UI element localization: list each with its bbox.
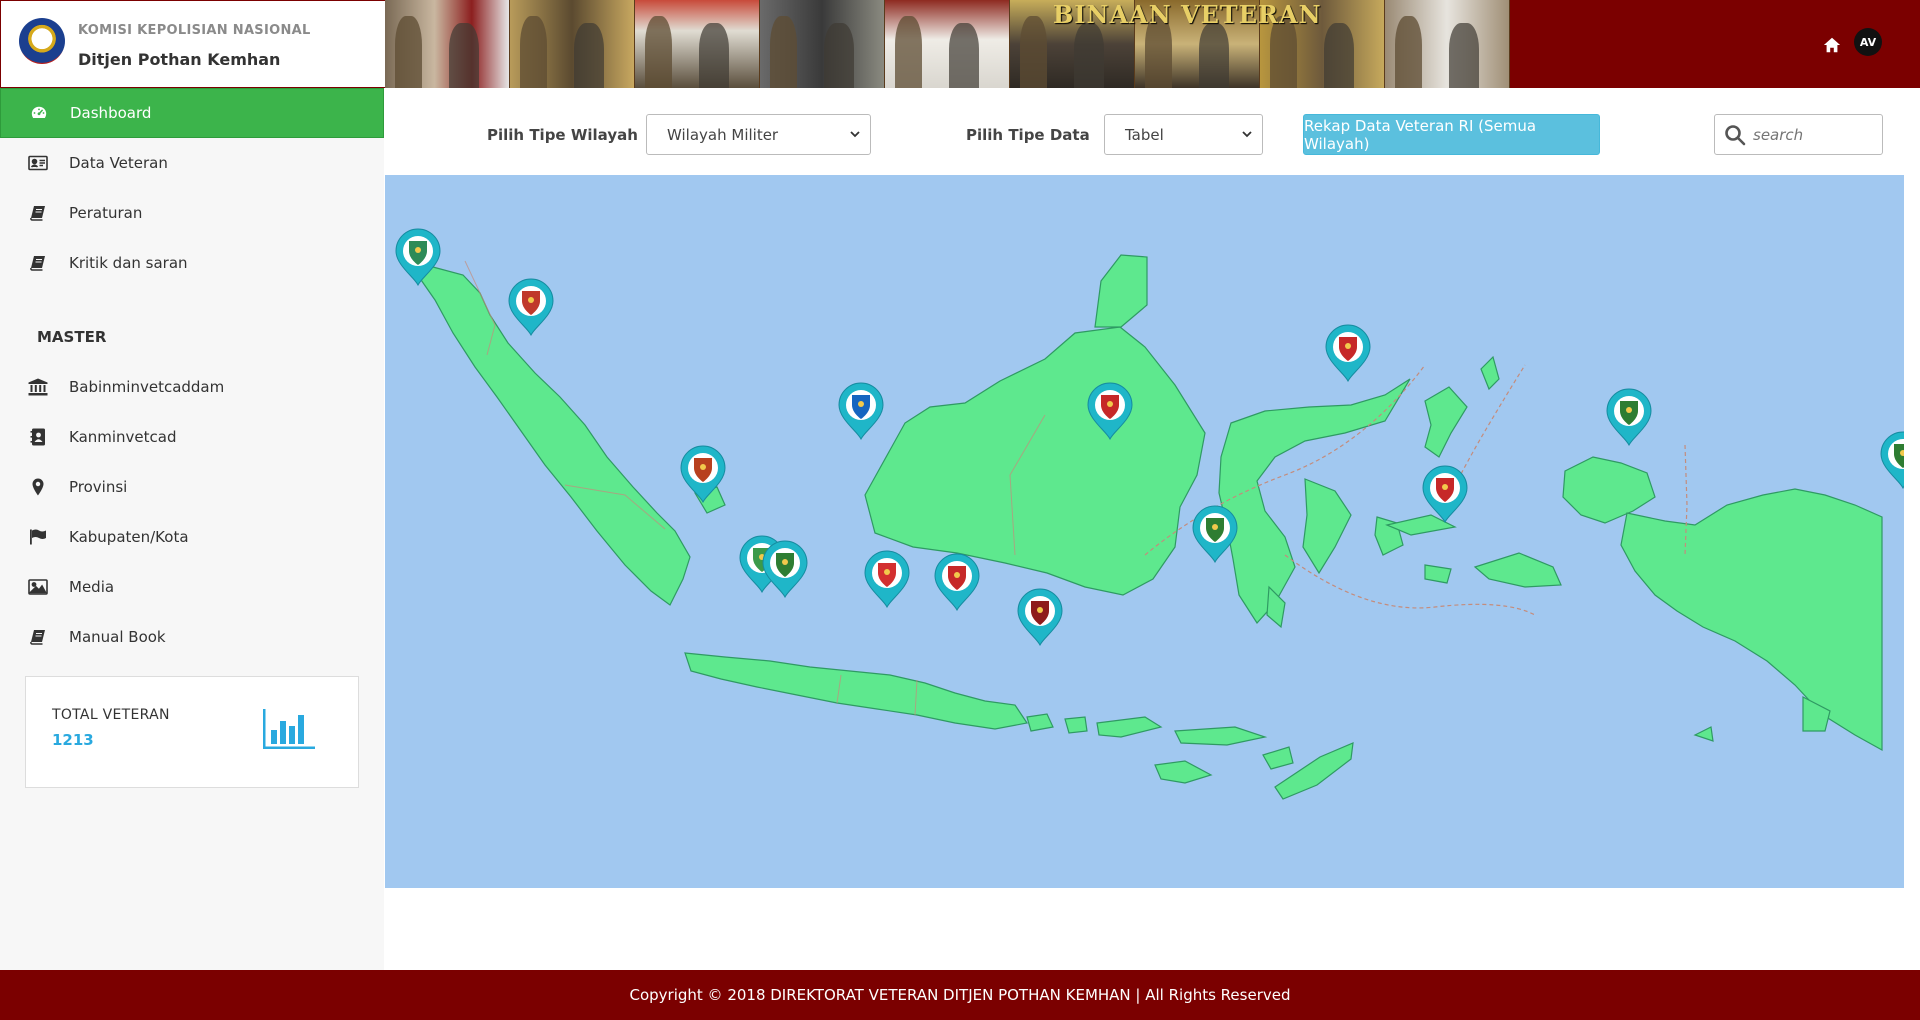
banner-photo — [385, 0, 510, 88]
id-card-icon — [28, 153, 48, 173]
sidebar-item-kanminvetcad[interactable]: Kanminvetcad — [0, 412, 384, 462]
sidebar-item-dashboard[interactable]: Dashboard — [0, 88, 384, 138]
footer: Copyright © 2018 DIREKTORAT VETERAN DITJ… — [0, 970, 1920, 1020]
brand-unit-name: Ditjen Pothan Kemhan — [78, 50, 281, 69]
sidebar-item-kabupaten-kota[interactable]: Kabupaten/Kota — [0, 512, 384, 562]
marker-papua-barat[interactable] — [1606, 388, 1652, 447]
wilayah-type-select[interactable]: Wilayah Militer — [646, 114, 871, 155]
marker-maluku[interactable] — [1422, 465, 1468, 524]
data-type-label: Pilih Tipe Data — [966, 126, 1090, 144]
landmasses — [405, 253, 1883, 800]
banner-photo — [760, 0, 885, 88]
marker-sumut[interactable] — [508, 278, 554, 337]
sidebar-item-label: Kabupaten/Kota — [69, 528, 189, 546]
banner-photo — [1385, 0, 1510, 88]
sidebar-item-data-veteran[interactable]: Data Veteran — [0, 138, 384, 188]
marker-jateng[interactable] — [864, 550, 910, 609]
book-icon — [28, 253, 48, 273]
search-box[interactable] — [1714, 114, 1883, 155]
total-veteran-label: TOTAL VETERAN — [52, 707, 170, 723]
top-header: KOMISI KEPOLISIAN NASIONAL Ditjen Pothan… — [0, 0, 1920, 88]
island-papua-west — [1562, 456, 1656, 524]
island-java — [684, 652, 1029, 730]
sidebar-item-manual-book[interactable]: Manual Book — [0, 612, 384, 662]
photo-banner: BINAAN VETERAN — [385, 0, 1510, 88]
copyright-text: Copyright © 2018 DIREKTORAT VETERAN DITJ… — [629, 986, 1291, 1004]
marker-kalbar[interactable] — [838, 382, 884, 441]
sidebar-item-babinminvetcaddam[interactable]: Babinminvetcaddam — [0, 362, 384, 412]
sidebar-item-label: Peraturan — [69, 204, 143, 222]
sidebar-item-media[interactable]: Media — [0, 562, 384, 612]
flag-icon — [28, 527, 48, 547]
island-kalimantan-north — [1094, 254, 1148, 328]
address-book-icon — [28, 427, 48, 447]
brand-org-name: KOMISI KEPOLISIAN NASIONAL — [78, 23, 311, 38]
sidebar-item-label: Manual Book — [69, 628, 166, 646]
sidebar-item-kritik-saran[interactable]: Kritik dan saran — [0, 238, 384, 288]
book-icon — [28, 627, 48, 647]
total-veteran-card: TOTAL VETERAN 1213 — [25, 676, 359, 788]
marker-sulut[interactable] — [1325, 324, 1371, 383]
marker-sulsel[interactable] — [1192, 505, 1238, 564]
island-kalimantan — [864, 326, 1206, 596]
search-icon — [1725, 124, 1746, 145]
marker-bali[interactable] — [1017, 588, 1063, 647]
sidebar-item-peraturan[interactable]: Peraturan — [0, 188, 384, 238]
sidebar-item-label: Data Veteran — [69, 154, 168, 172]
map-marker-icon — [28, 477, 48, 497]
marker-jatim[interactable] — [934, 553, 980, 612]
data-type-value: Tabel — [1125, 125, 1164, 144]
sidebar-item-label: Babinminvetcaddam — [69, 378, 225, 396]
bank-icon — [28, 377, 48, 397]
indonesia-region-map[interactable] — [385, 175, 1904, 888]
marker-papua[interactable] — [1880, 431, 1904, 490]
banner-caption: BINAAN VETERAN — [1053, 0, 1322, 29]
marker-jabar[interactable] — [762, 540, 808, 599]
map-canvas — [395, 228, 1904, 800]
bar-chart-icon — [263, 709, 315, 749]
chevron-down-icon — [850, 131, 860, 138]
user-avatar[interactable]: AV — [1854, 28, 1882, 56]
sidebar-item-label: Kritik dan saran — [69, 254, 188, 272]
filter-bar: Pilih Tipe Wilayah Wilayah Militer Pilih… — [385, 88, 1920, 175]
wilayah-type-label: Pilih Tipe Wilayah — [487, 126, 638, 144]
search-input[interactable] — [1753, 125, 1873, 144]
sidebar-item-provinsi[interactable]: Provinsi — [0, 462, 384, 512]
banner-photo — [635, 0, 760, 88]
sidebar: Dashboard Data Veteran Peraturan Kritik … — [0, 88, 384, 970]
sidebar-item-label: Provinsi — [69, 478, 128, 496]
rekap-all-regions-button[interactable]: Rekap Data Veteran RI (Semua Wilayah) — [1303, 114, 1600, 155]
image-icon — [28, 577, 48, 597]
master-section-heading: MASTER — [37, 328, 107, 346]
dashboard-icon — [29, 103, 49, 123]
sidebar-item-label: Kanminvetcad — [69, 428, 177, 446]
kompolnas-logo-icon — [19, 18, 65, 64]
sidebar-item-label: Dashboard — [70, 104, 152, 122]
chevron-down-icon — [1242, 131, 1252, 138]
island-papua — [1620, 488, 1883, 752]
wilayah-type-value: Wilayah Militer — [667, 125, 779, 144]
banner-photo — [885, 0, 1010, 88]
header-actions: AV — [1823, 28, 1882, 56]
data-type-select[interactable]: Tabel — [1104, 114, 1263, 155]
total-veteran-count: 1213 — [52, 731, 94, 749]
home-icon[interactable] — [1823, 36, 1841, 54]
sidebar-item-label: Media — [69, 578, 115, 596]
brand-block[interactable]: KOMISI KEPOLISIAN NASIONAL Ditjen Pothan… — [0, 0, 385, 88]
banner-photo — [510, 0, 635, 88]
book-icon — [28, 203, 48, 223]
